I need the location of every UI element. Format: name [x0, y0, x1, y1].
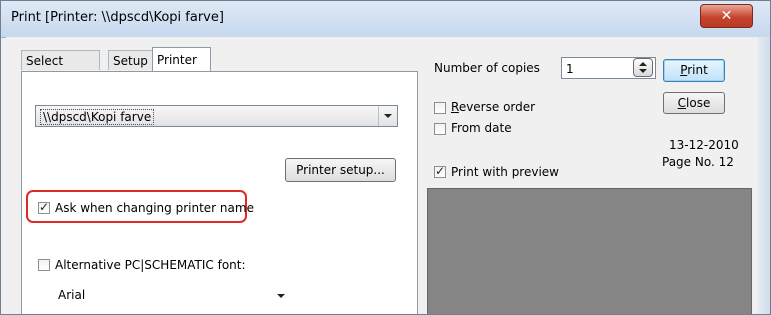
close-button[interactable]: Close — [663, 92, 725, 114]
close-label: lose — [686, 96, 711, 110]
window-close-button[interactable]: ✕ — [700, 4, 753, 28]
font-select-value: Arial — [58, 288, 86, 302]
dropdown-arrow-icon — [277, 294, 285, 298]
print-preview-label: Print with preview — [451, 165, 559, 179]
printer-setup-button[interactable]: Printer setup... — [285, 158, 396, 182]
print-dialog: Print [Printer: \\dpscd\Kopi farve] ✕ Se… — [0, 0, 771, 315]
title-bar[interactable]: Print [Printer: \\dpscd\Kopi farve] ✕ — [1, 1, 770, 38]
spin-down-icon[interactable] — [639, 69, 647, 73]
close-mnemonic: C — [677, 96, 687, 110]
spin-up-icon[interactable] — [639, 62, 647, 66]
reverse-order-checkbox[interactable] — [434, 102, 446, 114]
print-preview-checkbox[interactable] — [434, 164, 446, 178]
window-frame-edge — [757, 37, 770, 314]
date-text: 13-12-2010 — [669, 138, 739, 152]
reverse-order-mnemonic: R — [451, 100, 459, 114]
dropdown-arrow-icon[interactable] — [378, 106, 397, 126]
print-label: rint — [687, 63, 708, 77]
from-date-checkbox[interactable] — [434, 123, 446, 135]
copies-value: 1 — [566, 62, 574, 76]
ask-when-changing-label: Ask when changing printer name — [55, 201, 254, 215]
alt-font-label: Alternative PC|SCHEMATIC font: — [55, 258, 246, 272]
alt-font-checkbox[interactable] — [38, 259, 50, 271]
tab-select-pages[interactable]: Select pages — [21, 50, 100, 88]
reverse-order-label: Reverse order — [451, 100, 535, 114]
tab-label: Setup — [113, 54, 148, 68]
from-date-label: From date — [451, 121, 512, 135]
tab-setup[interactable]: Setup — [108, 50, 154, 70]
printer-select-value: \\dpscd\Kopi farve — [40, 109, 155, 125]
close-icon: ✕ — [720, 8, 733, 24]
copies-label: Number of copies — [434, 61, 540, 75]
printer-setup-label: Printer setup... — [296, 163, 385, 177]
window-title: Print [Printer: \\dpscd\Kopi farve] — [11, 10, 224, 25]
font-select[interactable]: Arial — [51, 284, 291, 306]
page-number-text: Page No. 12 — [662, 155, 734, 169]
tab-printer[interactable]: Printer — [152, 47, 211, 71]
printer-select[interactable]: \\dpscd\Kopi farve — [35, 105, 398, 127]
tab-label: Printer — [157, 53, 197, 67]
copies-spinner[interactable] — [633, 58, 653, 77]
print-preview-area — [427, 188, 752, 314]
reverse-order-text: everse order — [458, 100, 536, 114]
ask-when-changing-checkbox[interactable] — [38, 200, 50, 214]
print-button[interactable]: Print — [663, 59, 725, 82]
